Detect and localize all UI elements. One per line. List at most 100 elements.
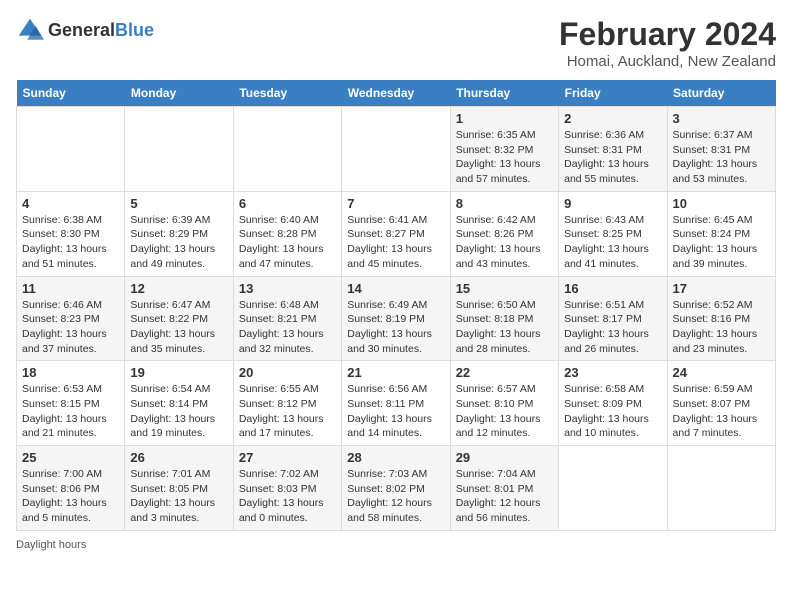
calendar-cell: 16 Sunrise: 6:51 AM Sunset: 8:17 PM Dayli… xyxy=(559,276,667,361)
subtitle: Homai, Auckland, New Zealand xyxy=(559,53,776,70)
day-number: 6 xyxy=(239,196,336,211)
daylight-label: Daylight hours xyxy=(16,539,86,551)
day-detail: Sunrise: 6:49 AM Sunset: 8:19 PM Dayligh… xyxy=(347,298,444,357)
day-number: 12 xyxy=(130,281,227,296)
day-detail: Sunrise: 6:58 AM Sunset: 8:09 PM Dayligh… xyxy=(564,382,661,441)
calendar-cell: 24 Sunrise: 6:59 AM Sunset: 8:07 PM Dayli… xyxy=(667,361,775,446)
day-number: 9 xyxy=(564,196,661,211)
calendar-week-row: 11 Sunrise: 6:46 AM Sunset: 8:23 PM Dayli… xyxy=(17,276,776,361)
day-detail: Sunrise: 6:56 AM Sunset: 8:11 PM Dayligh… xyxy=(347,382,444,441)
column-header-thursday: Thursday xyxy=(450,80,558,107)
calendar-cell xyxy=(559,446,667,531)
calendar-cell: 18Sunrise: 6:53 AM Sunset: 8:15 PM Dayli… xyxy=(17,361,125,446)
day-detail: Sunrise: 6:54 AM Sunset: 8:14 PM Dayligh… xyxy=(130,382,227,441)
day-number: 20 xyxy=(239,365,336,380)
calendar-cell: 26 Sunrise: 7:01 AM Sunset: 8:05 PM Dayli… xyxy=(125,446,233,531)
calendar-cell xyxy=(667,446,775,531)
calendar-cell: 2 Sunrise: 6:36 AM Sunset: 8:31 PM Daylig… xyxy=(559,107,667,192)
calendar-cell: 7Sunrise: 6:41 AM Sunset: 8:27 PM Daylig… xyxy=(342,191,450,276)
day-detail: Sunrise: 6:47 AM Sunset: 8:22 PM Dayligh… xyxy=(130,298,227,357)
day-number: 19 xyxy=(130,365,227,380)
calendar-cell: 20 Sunrise: 6:55 AM Sunset: 8:12 PM Dayli… xyxy=(233,361,341,446)
calendar-cell: 19 Sunrise: 6:54 AM Sunset: 8:14 PM Dayli… xyxy=(125,361,233,446)
day-number: 13 xyxy=(239,281,336,296)
calendar-week-row: 18Sunrise: 6:53 AM Sunset: 8:15 PM Dayli… xyxy=(17,361,776,446)
column-header-saturday: Saturday xyxy=(667,80,775,107)
logo-general-text: General xyxy=(48,20,115,40)
column-header-monday: Monday xyxy=(125,80,233,107)
day-detail: Sunrise: 7:03 AM Sunset: 8:02 PM Dayligh… xyxy=(347,467,444,526)
calendar-header-row: SundayMondayTuesdayWednesdayThursdayFrid… xyxy=(17,80,776,107)
calendar-cell: 15Sunrise: 6:50 AM Sunset: 8:18 PM Dayli… xyxy=(450,276,558,361)
day-number: 24 xyxy=(673,365,770,380)
day-number: 15 xyxy=(456,281,553,296)
column-header-friday: Friday xyxy=(559,80,667,107)
day-detail: Sunrise: 6:46 AM Sunset: 8:23 PM Dayligh… xyxy=(22,298,119,357)
calendar-cell: 22Sunrise: 6:57 AM Sunset: 8:10 PM Dayli… xyxy=(450,361,558,446)
day-detail: Sunrise: 6:57 AM Sunset: 8:10 PM Dayligh… xyxy=(456,382,553,441)
day-detail: Sunrise: 6:36 AM Sunset: 8:31 PM Dayligh… xyxy=(564,128,661,187)
day-detail: Sunrise: 6:55 AM Sunset: 8:12 PM Dayligh… xyxy=(239,382,336,441)
day-number: 18 xyxy=(22,365,119,380)
day-number: 25 xyxy=(22,450,119,465)
day-number: 16 xyxy=(564,281,661,296)
calendar-cell: 11 Sunrise: 6:46 AM Sunset: 8:23 PM Dayli… xyxy=(17,276,125,361)
day-detail: Sunrise: 7:00 AM Sunset: 8:06 PM Dayligh… xyxy=(22,467,119,526)
day-detail: Sunrise: 6:39 AM Sunset: 8:29 PM Dayligh… xyxy=(130,213,227,272)
day-number: 17 xyxy=(673,281,770,296)
day-detail: Sunrise: 6:51 AM Sunset: 8:17 PM Dayligh… xyxy=(564,298,661,357)
calendar-footer: Daylight hours xyxy=(16,539,776,551)
day-detail: Sunrise: 6:35 AM Sunset: 8:32 PM Dayligh… xyxy=(456,128,553,187)
calendar-cell: 14Sunrise: 6:49 AM Sunset: 8:19 PM Dayli… xyxy=(342,276,450,361)
column-header-wednesday: Wednesday xyxy=(342,80,450,107)
calendar-week-row: 25 Sunrise: 7:00 AM Sunset: 8:06 PM Dayli… xyxy=(17,446,776,531)
day-number: 28 xyxy=(347,450,444,465)
calendar-cell: 28 Sunrise: 7:03 AM Sunset: 8:02 PM Dayli… xyxy=(342,446,450,531)
day-number: 23 xyxy=(564,365,661,380)
day-number: 8 xyxy=(456,196,553,211)
calendar-cell: 25 Sunrise: 7:00 AM Sunset: 8:06 PM Dayli… xyxy=(17,446,125,531)
calendar-cell xyxy=(125,107,233,192)
day-number: 2 xyxy=(564,111,661,126)
day-detail: Sunrise: 6:43 AM Sunset: 8:25 PM Dayligh… xyxy=(564,213,661,272)
day-number: 11 xyxy=(22,281,119,296)
column-header-sunday: Sunday xyxy=(17,80,125,107)
calendar-cell: 12 Sunrise: 6:47 AM Sunset: 8:22 PM Dayli… xyxy=(125,276,233,361)
day-detail: Sunrise: 6:38 AM Sunset: 8:30 PM Dayligh… xyxy=(22,213,119,272)
page-header: GeneralBlue February 2024 Homai, Aucklan… xyxy=(16,16,776,70)
calendar-cell: 5Sunrise: 6:39 AM Sunset: 8:29 PM Daylig… xyxy=(125,191,233,276)
calendar-cell: 23 Sunrise: 6:58 AM Sunset: 8:09 PM Dayli… xyxy=(559,361,667,446)
day-detail: Sunrise: 6:59 AM Sunset: 8:07 PM Dayligh… xyxy=(673,382,770,441)
calendar-cell: 17Sunrise: 6:52 AM Sunset: 8:16 PM Dayli… xyxy=(667,276,775,361)
calendar-week-row: 1 Sunrise: 6:35 AM Sunset: 8:32 PM Daylig… xyxy=(17,107,776,192)
main-title: February 2024 xyxy=(559,16,776,53)
calendar-cell: 1 Sunrise: 6:35 AM Sunset: 8:32 PM Daylig… xyxy=(450,107,558,192)
calendar-table: SundayMondayTuesdayWednesdayThursdayFrid… xyxy=(16,80,776,531)
calendar-cell: 27Sunrise: 7:02 AM Sunset: 8:03 PM Dayli… xyxy=(233,446,341,531)
day-detail: Sunrise: 6:40 AM Sunset: 8:28 PM Dayligh… xyxy=(239,213,336,272)
day-detail: Sunrise: 6:42 AM Sunset: 8:26 PM Dayligh… xyxy=(456,213,553,272)
calendar-cell: 8 Sunrise: 6:42 AM Sunset: 8:26 PM Daylig… xyxy=(450,191,558,276)
day-detail: Sunrise: 6:48 AM Sunset: 8:21 PM Dayligh… xyxy=(239,298,336,357)
day-detail: Sunrise: 6:37 AM Sunset: 8:31 PM Dayligh… xyxy=(673,128,770,187)
logo-icon xyxy=(16,16,44,44)
day-number: 21 xyxy=(347,365,444,380)
calendar-week-row: 4 Sunrise: 6:38 AM Sunset: 8:30 PM Daylig… xyxy=(17,191,776,276)
day-number: 1 xyxy=(456,111,553,126)
daylight-legend: Daylight hours xyxy=(16,539,86,551)
day-number: 4 xyxy=(22,196,119,211)
calendar-cell: 3Sunrise: 6:37 AM Sunset: 8:31 PM Daylig… xyxy=(667,107,775,192)
calendar-cell: 10Sunrise: 6:45 AM Sunset: 8:24 PM Dayli… xyxy=(667,191,775,276)
day-number: 26 xyxy=(130,450,227,465)
calendar-cell xyxy=(233,107,341,192)
day-number: 27 xyxy=(239,450,336,465)
column-header-tuesday: Tuesday xyxy=(233,80,341,107)
logo-blue-text: Blue xyxy=(115,20,154,40)
calendar-cell: 4 Sunrise: 6:38 AM Sunset: 8:30 PM Daylig… xyxy=(17,191,125,276)
day-detail: Sunrise: 6:45 AM Sunset: 8:24 PM Dayligh… xyxy=(673,213,770,272)
day-number: 7 xyxy=(347,196,444,211)
day-detail: Sunrise: 7:01 AM Sunset: 8:05 PM Dayligh… xyxy=(130,467,227,526)
calendar-cell xyxy=(17,107,125,192)
day-number: 29 xyxy=(456,450,553,465)
day-detail: Sunrise: 7:04 AM Sunset: 8:01 PM Dayligh… xyxy=(456,467,553,526)
